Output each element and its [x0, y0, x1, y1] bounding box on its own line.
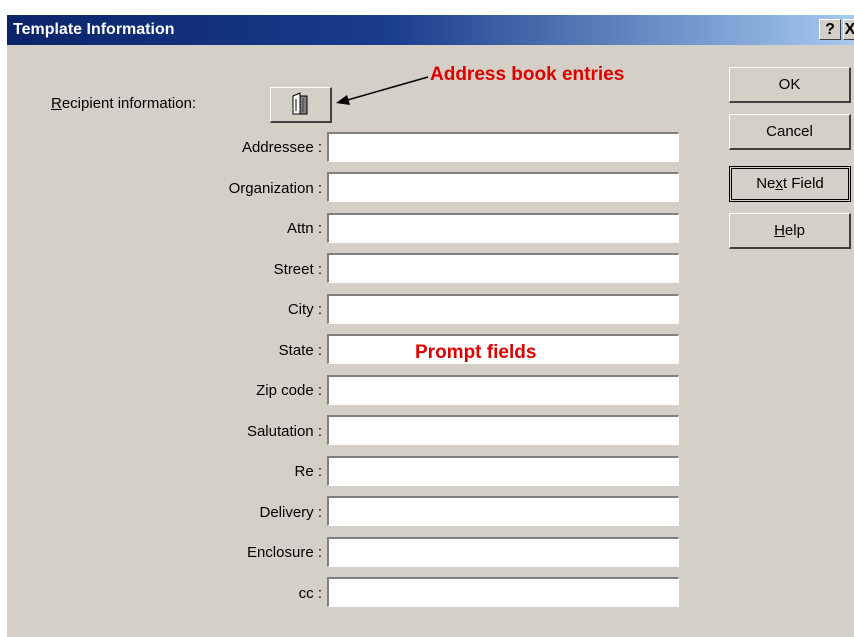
recipient-label-text: ecipient information:: [61, 95, 197, 112]
zip-code-field[interactable]: [327, 375, 679, 405]
address-book-button[interactable]: [270, 87, 332, 123]
enclosure-field[interactable]: [327, 537, 679, 567]
street-field[interactable]: [327, 253, 679, 283]
help-button[interactable]: Help: [729, 213, 851, 249]
next-field-text-pre: Ne: [756, 175, 776, 192]
field-label-state: State :: [278, 342, 322, 359]
salutation-field[interactable]: [327, 415, 679, 445]
field-label-addressee: Addressee :: [241, 139, 322, 156]
attn-field[interactable]: [327, 213, 679, 243]
field-label-re: Re :: [294, 463, 322, 480]
city-field[interactable]: [327, 294, 679, 324]
title-bar: Template Information ? X: [7, 15, 854, 45]
field-label-city: City :: [287, 301, 322, 318]
re-field[interactable]: [327, 456, 679, 486]
field-label-delivery: Delivery :: [259, 504, 322, 521]
field-label-salutation: Salutation :: [246, 423, 322, 440]
recipient-information-label: Recipient information:: [51, 95, 196, 112]
help-text: elp: [784, 222, 805, 239]
delivery-field[interactable]: [327, 496, 679, 526]
cancel-button[interactable]: Cancel: [729, 114, 851, 150]
next-field-button[interactable]: Next Field: [729, 166, 851, 202]
field-label-organization: Organization :: [228, 180, 322, 197]
recipient-label-accelerator: R: [51, 95, 62, 112]
field-label-attn: Attn :: [286, 220, 322, 237]
template-information-dialog: Template Information ? X Recipient infor…: [6, 14, 854, 637]
next-field-accelerator: x: [775, 175, 783, 192]
addressee-field[interactable]: [327, 132, 679, 162]
field-label-zip-code: Zip code :: [256, 382, 322, 399]
help-accelerator: H: [774, 222, 785, 239]
organization-field[interactable]: [327, 172, 679, 202]
next-field-text-post: t Field: [782, 175, 824, 192]
cc-field[interactable]: [327, 577, 679, 607]
prompt-fields-annotation: Prompt fields: [415, 342, 537, 363]
ok-button[interactable]: OK: [729, 67, 851, 103]
address-book-annotation: Address book entries: [430, 64, 625, 85]
address-book-icon: [292, 92, 308, 115]
close-title-button[interactable]: X: [843, 19, 854, 40]
field-label-cc: cc :: [298, 585, 322, 602]
help-title-button[interactable]: ?: [819, 19, 841, 40]
field-label-street: Street :: [273, 261, 322, 278]
field-label-enclosure: Enclosure :: [246, 544, 322, 561]
window-title: Template Information: [13, 21, 175, 38]
